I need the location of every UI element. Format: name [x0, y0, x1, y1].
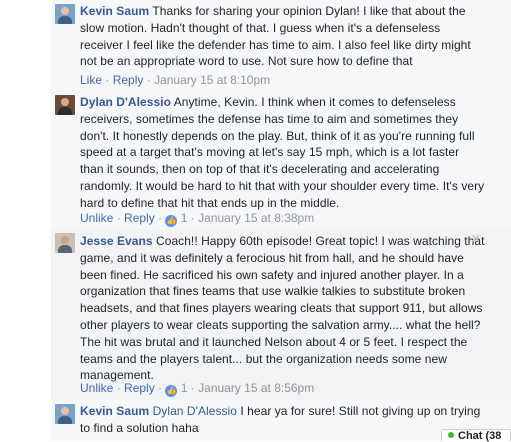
avatar[interactable]: [55, 233, 75, 253]
reply-link[interactable]: Reply: [124, 211, 155, 225]
unlike-link[interactable]: Unlike: [80, 381, 113, 395]
comment-timestamp[interactable]: January 15 at 8:38pm: [198, 211, 314, 225]
comment-mention[interactable]: Dylan D'Alessio: [153, 404, 237, 418]
like-reaction-icon[interactable]: 👍: [165, 215, 178, 227]
reaction-count[interactable]: 1: [181, 381, 188, 395]
comment-actions: Unlike · Reply · 👍 1 · January 15 at 8:3…: [80, 210, 314, 227]
separator: ·: [105, 73, 113, 87]
comment-body: Jesse Evans Coach!! Happy 60th episode! …: [80, 233, 485, 384]
comment-actions: Like · Reply · January 15 at 8:10pm: [80, 72, 270, 88]
close-icon[interactable]: ✕: [470, 231, 481, 247]
comment: Dylan D'Alessio Anytime, Kevin. I think …: [51, 91, 511, 229]
comment-timestamp[interactable]: January 15 at 8:56pm: [198, 381, 314, 395]
comment-author[interactable]: Kevin Saum: [80, 404, 149, 418]
reply-link[interactable]: Reply: [124, 381, 155, 395]
separator: ·: [116, 381, 125, 395]
avatar[interactable]: [55, 4, 75, 24]
comment: Kevin Saum Thanks for sharing your opini…: [51, 0, 511, 90]
comment-text: Anytime, Kevin. I think when it comes to…: [80, 95, 485, 210]
comment-text: Coach!! Happy 60th episode! Great topic!…: [80, 234, 485, 383]
comment: Jesse Evans Coach!! Happy 60th episode! …: [51, 229, 511, 400]
reaction-count[interactable]: 1: [181, 211, 188, 225]
unlike-link[interactable]: Unlike: [80, 211, 113, 225]
chat-sidebar-tab[interactable]: Chat (38: [441, 429, 511, 442]
separator: ·: [146, 73, 155, 87]
comment-body: Kevin Saum Dylan D'Alessio I hear ya for…: [80, 403, 485, 437]
comment-timestamp[interactable]: January 15 at 8:10pm: [154, 73, 270, 87]
separator: ·: [116, 211, 125, 225]
like-link[interactable]: Like: [80, 73, 102, 87]
comment-body: Kevin Saum Thanks for sharing your opini…: [80, 3, 485, 70]
avatar[interactable]: [55, 404, 75, 424]
comment-author[interactable]: Jesse Evans: [80, 234, 153, 248]
separator: ·: [158, 381, 166, 395]
comment-thread: Kevin Saum Thanks for sharing your opini…: [51, 0, 511, 441]
comment-author[interactable]: Kevin Saum: [80, 4, 149, 18]
comment-actions: Unlike · Reply · 👍 1 · January 15 at 8:5…: [80, 380, 314, 397]
separator: ·: [158, 211, 166, 225]
avatar[interactable]: [55, 95, 75, 115]
comment-author[interactable]: Dylan D'Alessio: [80, 95, 171, 109]
reply-link[interactable]: Reply: [113, 73, 144, 87]
chat-label: Chat (38: [458, 430, 502, 442]
like-reaction-icon[interactable]: 👍: [165, 385, 178, 397]
comment-body: Dylan D'Alessio Anytime, Kevin. I think …: [80, 94, 485, 212]
online-status-icon: [448, 432, 454, 438]
